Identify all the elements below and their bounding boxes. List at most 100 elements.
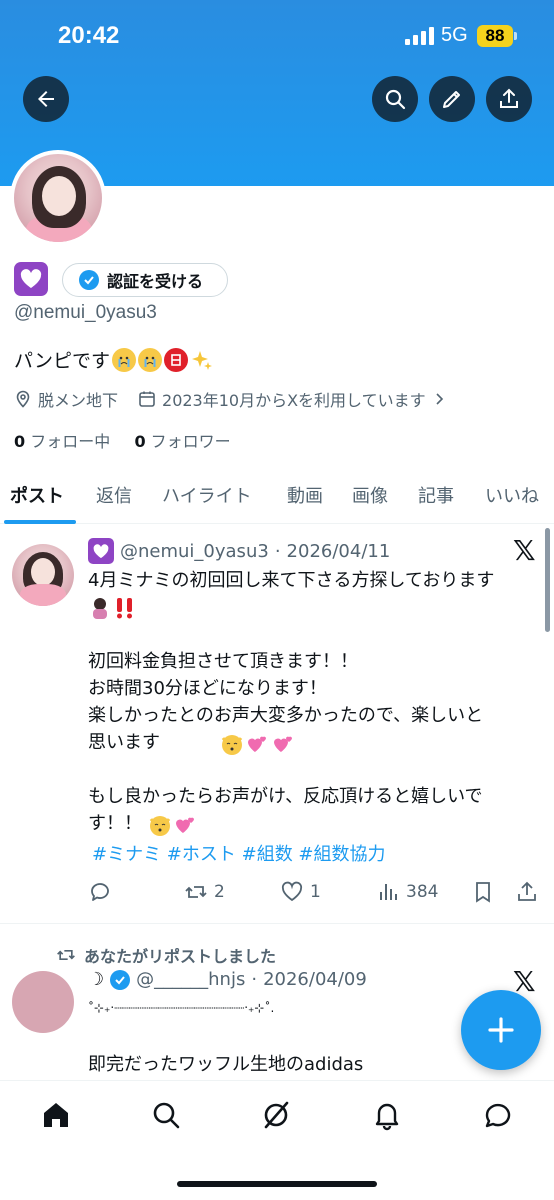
post-date: 2026/04/09 [263, 969, 367, 990]
verify-label: 認証を受ける [107, 272, 204, 291]
signal-icon [405, 27, 434, 45]
post-handle[interactable]: @______hnjs [136, 969, 245, 990]
search-icon[interactable] [150, 1099, 182, 1131]
like-count: 1 [310, 882, 321, 902]
reply-icon [91, 883, 109, 901]
active-tab-indicator [4, 520, 76, 524]
profile-location: 脱メン地下 [38, 391, 119, 410]
repost-icon [57, 950, 75, 960]
bookmark-button[interactable] [471, 880, 495, 904]
profile-avatar[interactable] [10, 150, 106, 246]
post-line-1: 4月ミナミの初回回し来て下さる方探しております [88, 570, 495, 591]
back-button[interactable] [23, 76, 69, 122]
tab-posts[interactable]: ポスト [10, 482, 64, 508]
search-icon [385, 89, 406, 110]
follow-stats: 0 フォロー中 0 フォロワー [14, 428, 231, 452]
post-actions: 2 1 384 [88, 880, 538, 906]
home-indicator [177, 1181, 377, 1187]
search-button[interactable] [372, 76, 418, 122]
home-icon[interactable] [40, 1099, 72, 1131]
person-bowing-icon [93, 598, 107, 619]
tab-likes[interactable]: いいね [485, 482, 539, 508]
like-button[interactable]: 1 [280, 880, 321, 904]
heart-icon [281, 881, 303, 902]
post-handle[interactable]: @nemui_0yasu3 [120, 541, 269, 562]
post-emojis-3 [148, 813, 198, 837]
notifications-icon[interactable] [371, 1099, 403, 1131]
messages-icon[interactable] [482, 1099, 514, 1131]
arrow-left-icon [38, 91, 54, 107]
post-avatar[interactable] [12, 544, 74, 606]
profile-meta: 脱メン地下 2023年10月からXを利用しています [14, 387, 446, 411]
profile-bio: パンピです [14, 346, 214, 373]
compose-button[interactable] [461, 990, 541, 1070]
tab-images[interactable]: 画像 [352, 482, 388, 508]
battery-tip [514, 32, 517, 40]
post-avatar[interactable] [12, 971, 74, 1033]
two-hearts-icon [274, 736, 292, 752]
scrollbar[interactable] [545, 528, 550, 632]
verified-badge-icon [110, 969, 131, 990]
followers-link[interactable]: 0 フォロワー [134, 432, 230, 451]
profile-tabs: ポスト 返信 ハイライト 動画 画像 記事 いいね [0, 470, 554, 524]
status-bar: 20:42 5G 88 [0, 0, 554, 70]
following-link[interactable]: 0 フォロー中 [14, 432, 110, 451]
profile-joined[interactable]: 2023年10月からXを利用しています [162, 387, 426, 411]
tab-videos[interactable]: 動画 [287, 482, 323, 508]
post-paragraph-2: 初回料金負担させて頂きます！！ お時間30分ほどになります！ 楽しかったとのお声… [88, 651, 484, 753]
share-icon [518, 881, 536, 901]
verified-badge-icon [79, 270, 99, 290]
views-button[interactable]: 384 [376, 880, 438, 904]
repost-label: あなたがリポストしました [84, 947, 277, 966]
repost-count: 2 [214, 882, 225, 902]
post-header: ☽ @______hnjs · 2026/04/09 [88, 969, 367, 990]
congratulations-icon [163, 347, 188, 372]
profile-handle: @nemui_0yasu3 [14, 302, 157, 323]
view-count: 384 [406, 882, 439, 902]
post-hashtags[interactable]: #ミナミ #ホスト #組数 #組数協力 [92, 840, 386, 866]
post-emojis [88, 596, 136, 620]
x-logo-icon: 𝕏 [513, 534, 536, 567]
battery-icon: 88 [477, 25, 513, 47]
network-type: 5G [441, 24, 468, 46]
post-text: 4月ミナミの初回回し来て下さる方探しております [88, 567, 544, 594]
tab-highlights[interactable]: ハイライト [162, 482, 252, 508]
repost-icon [185, 886, 207, 898]
crying-face-icon [111, 347, 136, 372]
post-item[interactable]: @nemui_0yasu3 · 2026/04/11 𝕏 4月ミナミの初回回し来て下… [0, 526, 554, 924]
two-hearts-icon [248, 736, 266, 752]
post-decoration: ˚⊹₊‧┈┈┈┈┈┈┈┈┈┈┈┈┈┈┈┈┈┈‧₊⊹˚. [88, 1001, 275, 1015]
separator: · [274, 540, 281, 562]
two-hearts-icon [176, 817, 194, 833]
kissing-cat-icon [149, 816, 171, 836]
share-icon [500, 88, 518, 108]
tab-articles[interactable]: 記事 [418, 482, 454, 508]
sparkles-icon [190, 348, 214, 372]
share-button[interactable] [486, 76, 532, 122]
post-date: 2026/04/11 [286, 540, 391, 562]
post-name[interactable]: ☽ [88, 969, 104, 990]
grok-icon[interactable] [260, 1099, 292, 1131]
separator: · [251, 969, 258, 990]
purple-heart-icon [14, 262, 48, 296]
plus-icon [488, 1017, 514, 1043]
reply-button[interactable] [88, 880, 112, 904]
location-icon [16, 390, 30, 408]
double-exclamation-icon [117, 598, 132, 619]
post-header: @nemui_0yasu3 · 2026/04/11 [88, 538, 390, 564]
bio-text: パンピです [14, 350, 110, 372]
post-emojis-2 [220, 732, 296, 756]
repost-button[interactable]: 2 [184, 880, 225, 904]
get-verified-button[interactable]: 認証を受ける [62, 263, 228, 297]
repost-context: あなたがリポストしました [56, 943, 276, 967]
bookmark-icon [476, 882, 490, 903]
post-share-button[interactable] [515, 880, 539, 904]
chevron-right-icon [436, 393, 443, 405]
views-icon [380, 884, 397, 900]
status-time: 20:42 [58, 22, 120, 49]
tab-replies[interactable]: 返信 [96, 482, 132, 508]
edit-button[interactable] [429, 76, 475, 122]
calendar-icon [139, 391, 155, 407]
purple-heart-icon [88, 538, 114, 564]
crying-face-icon [137, 347, 162, 372]
